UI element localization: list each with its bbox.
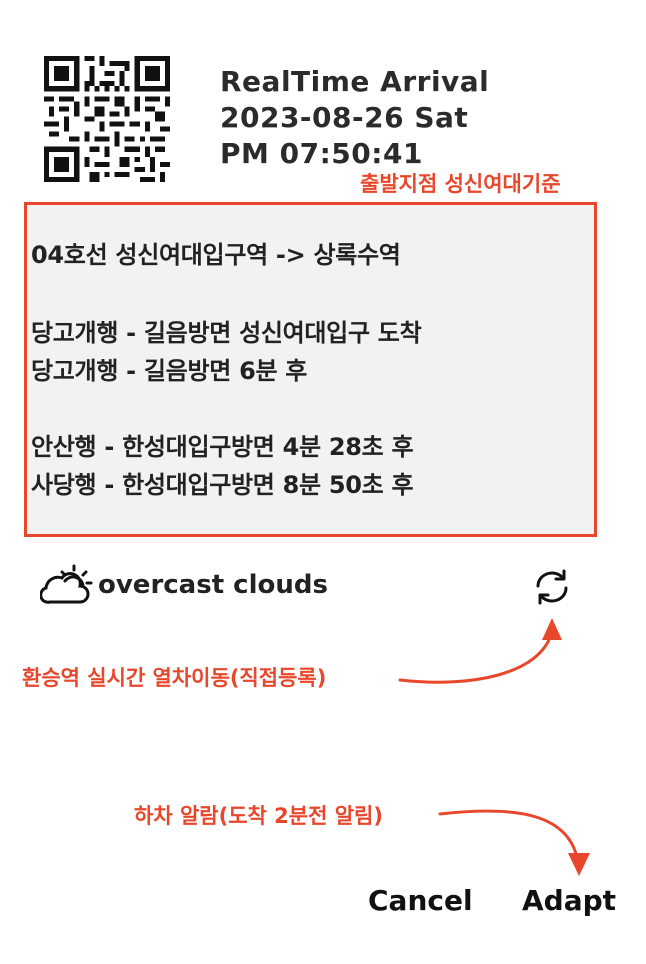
arrival-line: 당고개행 - 길음방면 6분 후 [31, 357, 308, 385]
weather-description: overcast clouds [98, 570, 328, 600]
adapt-button[interactable]: Adapt [522, 884, 616, 917]
refresh-icon[interactable] [530, 568, 574, 606]
alarm-arrow [438, 809, 580, 864]
transfer-arrowhead [542, 618, 562, 640]
cancel-button[interactable]: Cancel [368, 884, 473, 917]
origin-annotation: 출발지점 성신여대기준 [360, 172, 561, 196]
arrival-line: 사당행 - 한성대입구방면 8분 50초 후 [31, 471, 414, 499]
arrival-line: 당고개행 - 길음방면 성신여대입구 도착 [31, 319, 422, 347]
current-date: 2023-08-26 Sat [220, 101, 469, 134]
arrival-line: 안산행 - 한성대입구방면 4분 28초 후 [31, 433, 414, 461]
header: RealTime Arrival 2023-08-26 Sat PM 07:50… [220, 64, 489, 172]
transfer-annotation: 환승역 실시간 열차이동(직접등록) [22, 666, 327, 690]
transfer-arrow [398, 630, 554, 684]
alarm-annotation: 하차 알람(도착 2분전 알림) [134, 804, 383, 828]
qr-code-icon [44, 56, 170, 182]
arrival-info-box: 04호선 성신여대입구역 -> 상록수역 당고개행 - 길음방면 성신여대입구 … [24, 202, 597, 537]
route-line: 04호선 성신여대입구역 -> 상록수역 [31, 241, 401, 269]
screen: RealTime Arrival 2023-08-26 Sat PM 07:50… [0, 0, 646, 964]
cloud-sun-icon [40, 564, 93, 604]
app-title: RealTime Arrival [220, 65, 490, 98]
alarm-arrowhead [568, 853, 590, 876]
current-time: PM 07:50:41 [220, 137, 423, 170]
